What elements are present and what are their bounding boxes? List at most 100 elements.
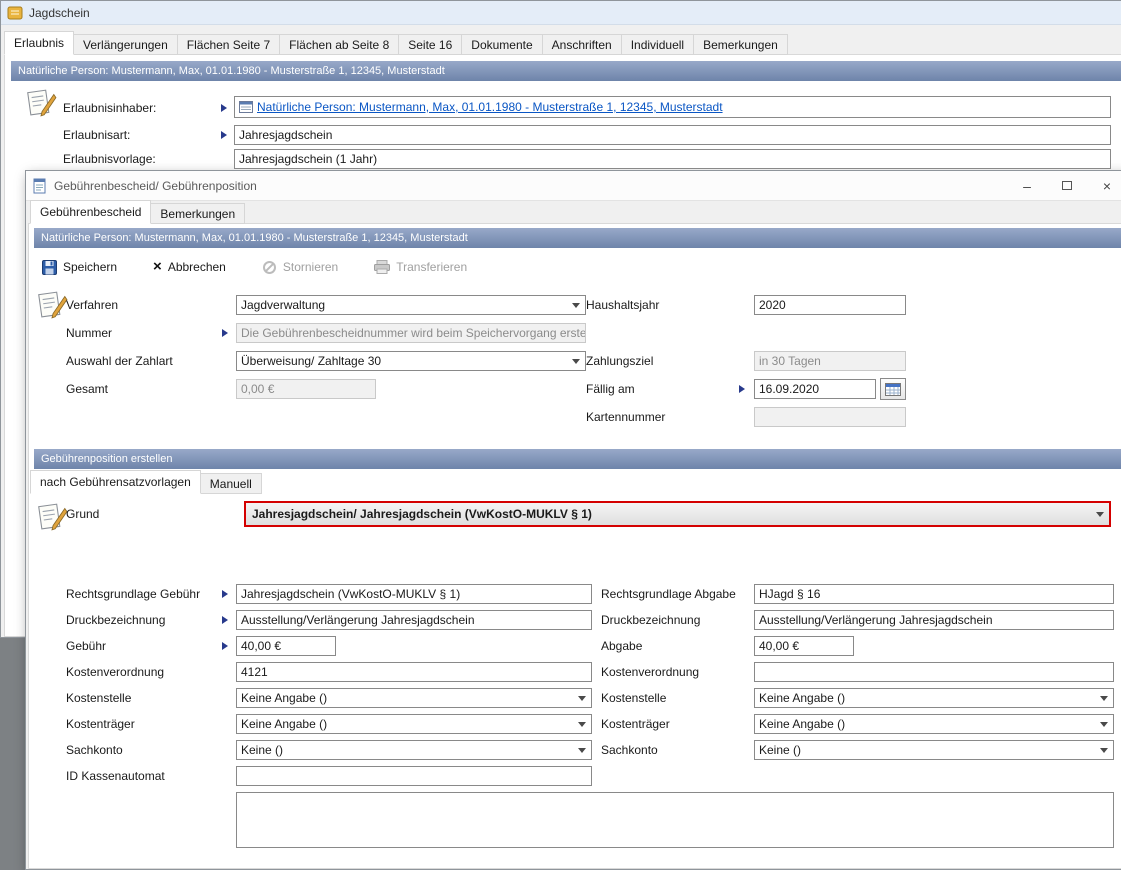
erlaubnisinhaber-link[interactable]: Natürliche Person: Mustermann, Max, 01.0… (257, 100, 723, 114)
gesamt-field: 0,00 € (236, 379, 376, 399)
main-tabstrip: Erlaubnis Verlängerungen Flächen Seite 7… (4, 31, 788, 55)
tab-dokumente[interactable]: Dokumente (461, 34, 542, 55)
haushaltsjahr-value: 2020 (759, 298, 786, 312)
tab-gebuehrenbescheid[interactable]: Gebührenbescheid (30, 200, 151, 224)
dialog-tabstrip: Gebührenbescheid Bemerkungen (30, 201, 245, 224)
abbrechen-button[interactable]: × Abbrechen (149, 256, 230, 278)
haushaltsjahr-label: Haushaltsjahr (586, 295, 659, 315)
kostenstelle-gebuehr-combo[interactable]: Keine Angabe () (236, 688, 592, 708)
chevron-down-icon (578, 748, 586, 753)
dialog-form-icon (32, 178, 48, 194)
kostenverordnung-gebuehr-field[interactable]: 4121 (236, 662, 592, 682)
tab-flaechen-ab-seite-8[interactable]: Flächen ab Seite 8 (279, 34, 399, 55)
zahlungsziel-field: in 30 Tagen (754, 351, 906, 371)
cancel-x-icon: × (153, 261, 162, 273)
kostentraeger-abgabe-combo[interactable]: Keine Angabe () (754, 714, 1114, 734)
tab-bemerkungen[interactable]: Bemerkungen (693, 34, 788, 55)
dialog-person-header: Natürliche Person: Mustermann, Max, 01.0… (34, 228, 1121, 248)
zahlart-label: Auswahl der Zahlart (66, 351, 173, 371)
rechtsgrundlage-abgabe-field[interactable]: HJagd § 16 (754, 584, 1114, 604)
faellig-am-label: Fällig am (586, 379, 635, 399)
abgabe-field[interactable]: 40,00 € (754, 636, 854, 656)
abbrechen-label: Abbrechen (168, 260, 226, 274)
haushaltsjahr-field[interactable]: 2020 (754, 295, 906, 315)
transferieren-label: Transferieren (396, 260, 467, 274)
kostenstelle-abgabe-combo[interactable]: Keine Angabe () (754, 688, 1114, 708)
erlaubnisvorlage-field[interactable]: Jahresjagdschein (1 Jahr) (234, 149, 1111, 169)
speichern-button[interactable]: Speichern (38, 256, 121, 279)
grund-combo[interactable]: Jahresjagdschein/ Jahresjagdschein (VwKo… (244, 501, 1111, 527)
rechtsgrundlage-gebuehr-field[interactable]: Jahresjagdschein (VwKostO-MUKLV § 1) (236, 584, 592, 604)
tab-nach-gebuehrensatzvorlagen[interactable]: nach Gebührensatzvorlagen (30, 470, 201, 494)
kostenverordnung-gebuehr-label: Kostenverordnung (66, 662, 164, 682)
abgabe-value: 40,00 € (759, 639, 799, 653)
erlaubnisinhaber-field[interactable]: Natürliche Person: Mustermann, Max, 01.0… (234, 96, 1111, 118)
tab-seite-16[interactable]: Seite 16 (398, 34, 462, 55)
erlaubnisart-label: Erlaubnisart: (63, 125, 130, 145)
sachkonto-gebuehr-label: Sachkonto (66, 740, 123, 760)
gebuehr-field[interactable]: 40,00 € (236, 636, 336, 656)
gesamt-label: Gesamt (66, 379, 108, 399)
faellig-am-value: 16.09.2020 (759, 382, 819, 396)
rechtsgrundlage-abgabe-label: Rechtsgrundlage Abgabe (601, 584, 736, 604)
stornieren-button: Stornieren (258, 256, 342, 279)
gebuehrenbescheid-document-pen-icon (36, 289, 68, 324)
faellig-am-field[interactable]: 16.09.2020 (754, 379, 876, 399)
nummer-required-marker (222, 329, 228, 337)
kostenstelle-gebuehr-value: Keine Angabe () (241, 691, 327, 705)
erlaubnisart-field[interactable]: Jahresjagdschein (234, 125, 1111, 145)
id-kassenautomat-label: ID Kassenautomat (66, 766, 165, 786)
transferieren-button: Transferieren (370, 256, 471, 278)
gebuehrenbescheid-dialog: Gebührenbescheid/ Gebührenposition – × G… (25, 170, 1121, 870)
kostentraeger-gebuehr-combo[interactable]: Keine Angabe () (236, 714, 592, 734)
tab-manuell[interactable]: Manuell (200, 473, 262, 494)
app-icon (7, 5, 23, 21)
zahlungsziel-label: Zahlungsziel (586, 351, 653, 371)
druckbezeichnung-abgabe-value: Ausstellung/Verlängerung Jahresjagdschei… (759, 613, 993, 627)
chevron-down-icon (572, 303, 580, 308)
close-button[interactable]: × (1087, 171, 1121, 200)
tab-flaechen-seite-7[interactable]: Flächen Seite 7 (177, 34, 280, 55)
chevron-down-icon (1100, 722, 1108, 727)
bemerkung-textarea[interactable] (236, 792, 1114, 848)
tab-anschriften[interactable]: Anschriften (542, 34, 622, 55)
tab-individuell[interactable]: Individuell (621, 34, 694, 55)
nummer-field: Die Gebührenbescheidnummer wird beim Spe… (236, 323, 586, 343)
kostenverordnung-abgabe-field[interactable] (754, 662, 1114, 682)
kartennummer-field (754, 407, 906, 427)
erlaubnis-document-pen-icon (25, 87, 57, 122)
zahlart-combo[interactable]: Überweisung/ Zahltage 30 (236, 351, 586, 371)
id-kassenautomat-field[interactable] (236, 766, 592, 786)
druckbezeichnung-gebuehr-label: Druckbezeichnung (66, 610, 165, 630)
minimize-button[interactable]: – (1007, 171, 1047, 200)
close-icon: × (1103, 179, 1111, 193)
sachkonto-gebuehr-combo[interactable]: Keine () (236, 740, 592, 760)
sachkonto-gebuehr-value: Keine () (241, 743, 283, 757)
calendar-button[interactable] (880, 378, 906, 400)
verfahren-combo[interactable]: Jagdverwaltung (236, 295, 586, 315)
druckbezeichnung-gebuehr-required-marker (222, 616, 228, 624)
tab-bemerkungen-dialog[interactable]: Bemerkungen (150, 203, 245, 224)
maximize-button[interactable] (1047, 171, 1087, 200)
sachkonto-abgabe-combo[interactable]: Keine () (754, 740, 1114, 760)
tab-verlaengerungen[interactable]: Verlängerungen (73, 34, 178, 55)
nummer-label: Nummer (66, 323, 112, 343)
gebuehrenposition-header: Gebührenposition erstellen (34, 449, 1121, 469)
minimize-icon: – (1023, 179, 1031, 193)
erlaubnisinhaber-label: Erlaubnisinhaber: (63, 97, 156, 119)
grund-label: Grund (66, 504, 99, 524)
tab-erlaubnis[interactable]: Erlaubnis (4, 31, 74, 55)
kostenstelle-gebuehr-label: Kostenstelle (66, 688, 131, 708)
kostenstelle-abgabe-label: Kostenstelle (601, 688, 666, 708)
druckbezeichnung-abgabe-field[interactable]: Ausstellung/Verlängerung Jahresjagdschei… (754, 610, 1114, 630)
main-window-titlebar[interactable]: Jagdschein (1, 1, 1121, 25)
save-icon (42, 260, 57, 275)
druckbezeichnung-gebuehr-field[interactable]: Ausstellung/Verlängerung Jahresjagdschei… (236, 610, 592, 630)
gebuehr-label: Gebühr (66, 636, 106, 656)
gebuehr-required-marker (222, 642, 228, 650)
rechtsgrundlage-gebuehr-value: Jahresjagdschein (VwKostO-MUKLV § 1) (241, 587, 460, 601)
chevron-down-icon (1100, 696, 1108, 701)
calendar-icon (885, 382, 901, 396)
dialog-titlebar[interactable]: Gebührenbescheid/ Gebührenposition – × (26, 171, 1121, 201)
sachkonto-abgabe-label: Sachkonto (601, 740, 658, 760)
